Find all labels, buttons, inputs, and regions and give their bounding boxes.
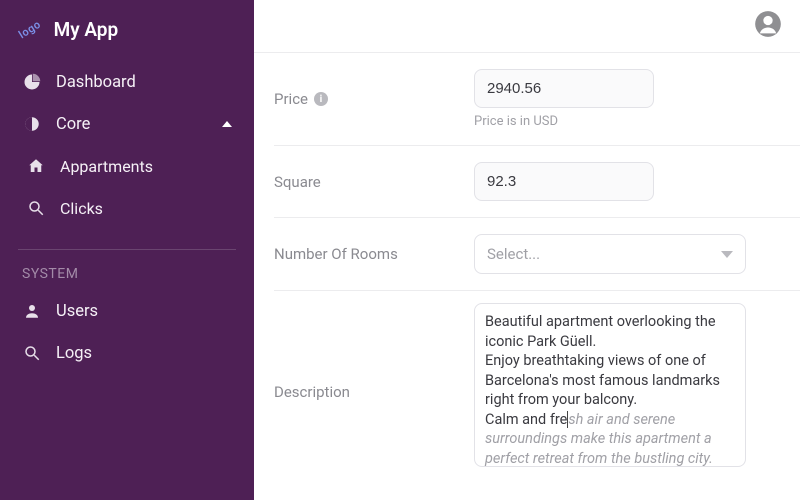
select-placeholder: Select... xyxy=(487,245,540,263)
label-price: Price i xyxy=(274,90,474,108)
square-input[interactable] xyxy=(474,162,654,201)
sidebar-item-users[interactable]: Users xyxy=(0,290,254,332)
rooms-select[interactable]: Select... xyxy=(474,234,746,274)
row-description: Description Beautiful apartment overlook… xyxy=(274,291,800,483)
price-hint: Price is in USD xyxy=(474,114,782,129)
sidebar-item-label: Logs xyxy=(56,344,92,363)
chevron-down-icon xyxy=(721,251,733,258)
sidebar-item-label: Dashboard xyxy=(56,73,136,92)
sidebar: logo My App Dashboard Core Appartments xyxy=(0,0,254,500)
sidebar-item-clicks[interactable]: Clicks xyxy=(0,187,254,229)
label-text: Square xyxy=(274,173,321,191)
logo-icon: logo xyxy=(16,18,43,42)
pie-icon xyxy=(22,72,42,92)
label-square: Square xyxy=(274,173,474,191)
row-price: Price i Price is in USD xyxy=(274,53,800,146)
avatar-icon[interactable] xyxy=(754,10,782,42)
home-icon xyxy=(26,156,46,176)
label-text: Number Of Rooms xyxy=(274,245,398,263)
app-name: My App xyxy=(54,18,119,41)
sidebar-item-label: Core xyxy=(56,115,90,134)
row-square: Square xyxy=(274,146,800,218)
sidebar-item-label: Appartments xyxy=(60,157,153,176)
user-icon xyxy=(22,301,42,321)
nav-system: Users Logs xyxy=(0,288,254,376)
description-textarea[interactable]: Beautiful apartment overlooking the icon… xyxy=(474,303,746,467)
sidebar-item-label: Clicks xyxy=(60,199,103,218)
topbar xyxy=(254,0,800,52)
row-rooms: Number Of Rooms Select... xyxy=(274,218,800,291)
sidebar-item-logs[interactable]: Logs xyxy=(0,332,254,374)
label-text: Price xyxy=(274,90,308,108)
form: Price i Price is in USD Square Number Of… xyxy=(254,52,800,500)
info-icon[interactable]: i xyxy=(314,92,328,106)
orb-icon xyxy=(22,114,42,134)
label-description: Description xyxy=(274,303,474,401)
brand: logo My App xyxy=(0,14,254,59)
sidebar-item-label: Users xyxy=(56,302,98,321)
nav-main: Dashboard Core Appartments Clicks xyxy=(0,59,254,231)
label-text: Description xyxy=(274,383,350,401)
sidebar-section-system: SYSTEM xyxy=(0,250,254,288)
search-icon xyxy=(22,343,42,363)
chevron-up-icon xyxy=(222,121,232,127)
sidebar-item-appartments[interactable]: Appartments xyxy=(0,145,254,187)
label-rooms: Number Of Rooms xyxy=(274,245,474,263)
sidebar-item-core[interactable]: Core xyxy=(0,103,254,145)
sidebar-item-dashboard[interactable]: Dashboard xyxy=(0,61,254,103)
search-icon xyxy=(26,198,46,218)
price-input[interactable] xyxy=(474,69,654,108)
main: Price i Price is in USD Square Number Of… xyxy=(254,0,800,500)
